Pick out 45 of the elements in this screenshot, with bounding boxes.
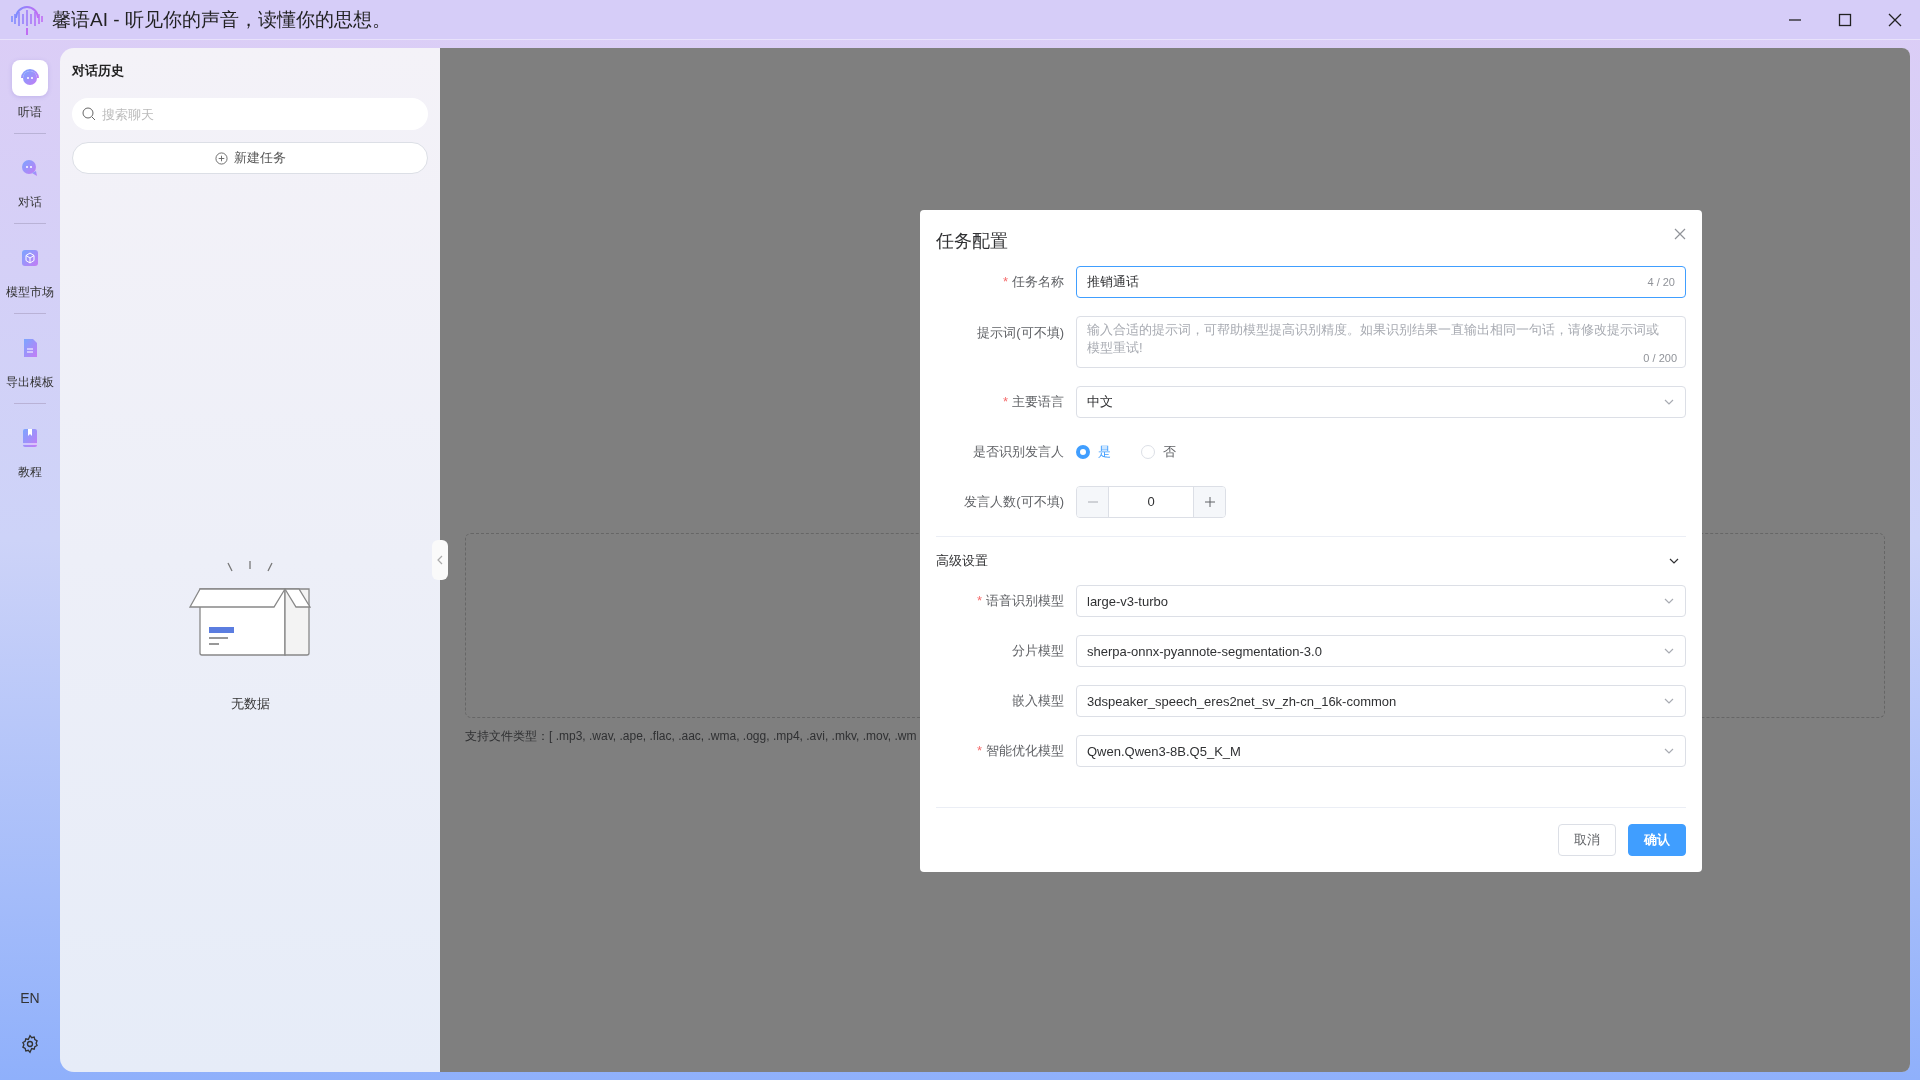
text-field[interactable]: 推销通话 4 / 20 <box>1076 266 1686 298</box>
close-icon <box>1888 12 1902 27</box>
field-label-text: 发言人数(可不填) <box>964 494 1064 509</box>
empty-text: 无数据 <box>230 695 270 713</box>
required-mark: * <box>1002 394 1008 409</box>
select-field[interactable]: sherpa-onnx-pyannote-segmentation-3.0 <box>1076 635 1686 667</box>
field-label-text: 智能优化模型 <box>986 743 1064 758</box>
select-field[interactable]: 3dspeaker_speech_eres2net_sv_zh-cn_16k-common <box>1076 685 1686 717</box>
nav-item[interactable]: 导出模板 <box>6 330 54 391</box>
dialog-title: 任务配置 <box>936 230 1008 253</box>
microphone-logo-icon <box>10 3 44 36</box>
settings-icon[interactable] <box>20 1034 40 1054</box>
plus-circle-icon <box>214 151 228 165</box>
required-mark: * <box>1002 274 1008 289</box>
nav-item[interactable]: 教程 <box>12 420 48 481</box>
field-label-text: 提示词(可不填) <box>977 325 1064 340</box>
cancel-button[interactable]: 取消 <box>1558 824 1616 856</box>
required-mark: * <box>976 593 982 608</box>
nav-item[interactable]: 对话 <box>12 150 48 211</box>
maximize-icon <box>1838 12 1852 27</box>
search-icon <box>82 107 96 121</box>
panel-title: 对话历史 <box>72 62 125 80</box>
plus-icon[interactable] <box>1193 487 1225 517</box>
new-task-button[interactable]: 新建任务 <box>72 142 428 174</box>
window-title: 馨语AI - 听见你的声音，读懂你的思想。 <box>52 7 392 32</box>
select-field[interactable]: large-v3-turbo <box>1076 585 1686 617</box>
field-label-text: 是否识别发言人 <box>973 444 1064 459</box>
advanced-header[interactable]: 高级设置 <box>936 549 1686 573</box>
field-label-text: 分片模型 <box>1012 643 1064 658</box>
field-label-text: 嵌入模型 <box>1012 693 1064 708</box>
radio-option[interactable]: 否 <box>1141 443 1176 461</box>
number-stepper[interactable]: 0 <box>1076 486 1226 518</box>
file-types-text: 支持文件类型：[ .mp3, .wav, .ape, .flac, .aac, .wma, .ogg, .mp4, .avi, .mkv, .mov, .wm <box>465 728 918 745</box>
search-field[interactable]: 搜索聊天 <box>72 98 428 130</box>
field-label-text: 主要语言 <box>1012 394 1064 409</box>
select-field[interactable]: Qwen.Qwen3-8B.Q5_K_M <box>1076 735 1686 767</box>
minimize-icon <box>1788 18 1802 21</box>
select-field[interactable]: 中文 <box>1076 386 1686 418</box>
language-toggle[interactable]: EN <box>20 990 40 1006</box>
required-mark: * <box>976 743 982 758</box>
field-label-text: 语音识别模型 <box>986 593 1064 608</box>
field-label-text: 任务名称 <box>1012 274 1064 289</box>
collapse-button[interactable] <box>432 540 448 580</box>
close-icon[interactable] <box>1674 228 1686 240</box>
nav-item[interactable]: 模型市场 <box>6 240 54 301</box>
